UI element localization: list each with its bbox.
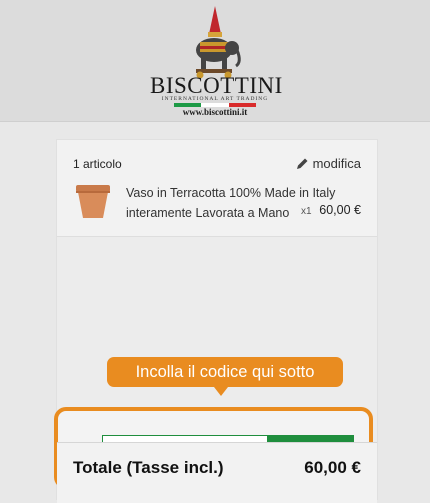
total-row: Totale (Tasse incl.) 60,00 € xyxy=(57,442,377,503)
brand-url: www.biscottini.it xyxy=(182,107,248,117)
item-count: 1 articolo xyxy=(73,157,122,171)
edit-label: modifica xyxy=(312,156,361,171)
product-quantity: x1 xyxy=(301,206,312,217)
tooltip-arrow xyxy=(214,387,228,396)
promo-section: Incolla il codice qui sotto Aggiungi xyxy=(54,237,377,489)
product-thumbnail[interactable] xyxy=(73,183,113,221)
product-price: 60,00 € xyxy=(319,203,361,217)
edit-cart-link[interactable]: modifica xyxy=(296,156,361,171)
total-value: 60,00 € xyxy=(304,458,361,477)
brand-logo[interactable]: BISCOTTINI INTERNATIONAL ART TRADING www… xyxy=(150,4,282,120)
elephant-logo-icon xyxy=(196,6,241,79)
promo-tooltip: Incolla il codice qui sotto xyxy=(107,357,343,387)
site-header: BISCOTTINI INTERNATIONAL ART TRADING www… xyxy=(0,0,430,122)
product-name[interactable]: Vaso in Terracotta 100% Made in Italy in… xyxy=(126,183,336,223)
brand-tagline: INTERNATIONAL ART TRADING xyxy=(161,96,269,102)
total-label: Totale (Tasse incl.) xyxy=(73,458,224,477)
pencil-icon xyxy=(296,158,308,169)
terracotta-vase-icon xyxy=(76,185,110,218)
cart-items-section: 1 articolo modifica Vaso in Terracotta 1… xyxy=(57,140,377,237)
cart-summary: 1 articolo modifica Vaso in Terracotta 1… xyxy=(54,139,378,503)
